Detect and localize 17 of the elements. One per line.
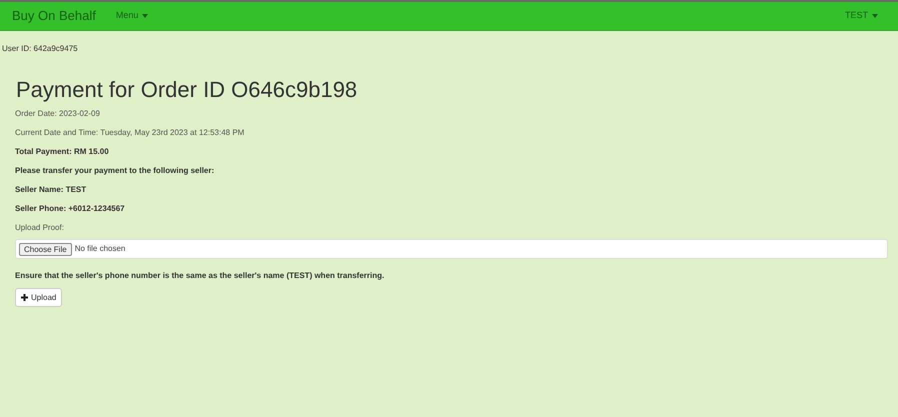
file-status-text: No file chosen xyxy=(74,243,126,255)
file-input-field[interactable]: Choose File No file chosen xyxy=(15,239,888,259)
upload-button[interactable]: Upload xyxy=(15,288,62,307)
detail-text: Total Payment: RM 15.00 xyxy=(15,147,110,157)
detail-text: Seller Phone: +6012-1234567 xyxy=(15,204,126,214)
page-title: Payment for Order ID O646c9b198 xyxy=(16,77,358,103)
upload-label: Upload Proof: xyxy=(15,223,65,233)
user-id: User ID: 642a9c9475 xyxy=(2,43,79,55)
notice-text: Ensure that the seller's phone number is the same as the seller's name (TEST) when transferring. xyxy=(15,271,386,281)
caret-icon xyxy=(142,14,148,18)
choose-file-button[interactable]: Choose File xyxy=(19,242,72,256)
caret-icon xyxy=(872,14,878,18)
detail-text: Order Date: 2023-02-09 xyxy=(15,109,101,119)
detail-text: Seller Name: TEST xyxy=(15,185,88,195)
detail-text: Please transfer your payment to the following seller: xyxy=(15,166,216,176)
detail-text: Current Date and Time: Tuesday, May 23rd 2023 at 12:53:48 PM xyxy=(15,128,246,138)
plus-icon xyxy=(21,294,28,301)
